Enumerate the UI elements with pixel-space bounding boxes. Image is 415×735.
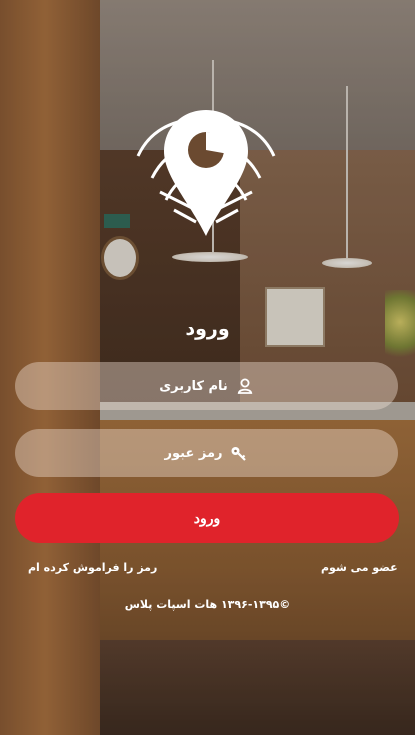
forgot-password-link[interactable]: رمز را فراموش کرده ام [28,561,157,574]
username-field[interactable]: نام کاربری [15,362,398,410]
login-button[interactable]: ورود [15,493,399,543]
password-placeholder: رمز عبور [164,445,223,461]
key-icon [230,444,248,462]
page-title: ورود [185,318,230,340]
copyright-text: ©۱۳۹۶-۱۳۹۵ هات اسپات پلاس [124,598,291,611]
username-placeholder: نام کاربری [159,378,228,394]
location-pin-wifi-icon [136,110,276,236]
password-field[interactable]: رمز عبور [15,429,398,477]
login-screen: ورود نام کاربری رمز عبور ورود رمز را فرا… [0,0,415,735]
register-link[interactable]: عضو می شوم [321,561,398,574]
user-icon [236,377,254,395]
